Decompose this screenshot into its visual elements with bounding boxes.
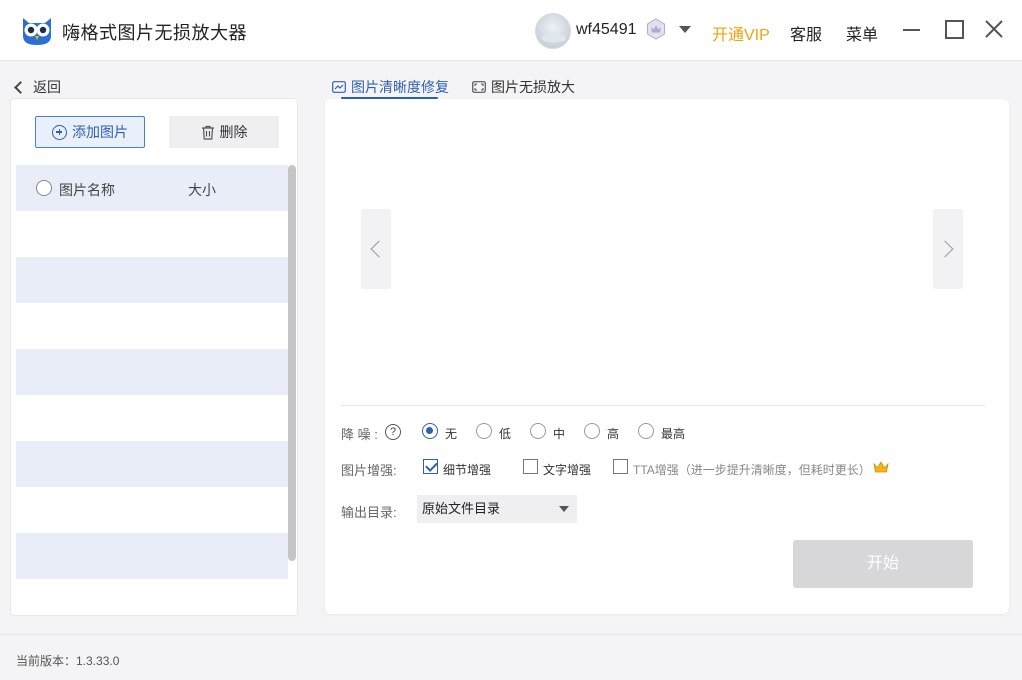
list-item xyxy=(16,303,288,349)
status-bar: 当前版本：1.3.33.0 xyxy=(0,634,1022,680)
account-dropdown-caret-icon[interactable] xyxy=(679,26,691,33)
chevron-left-icon xyxy=(14,80,27,94)
customer-service-link[interactable]: 客服 xyxy=(790,21,822,45)
tab-clarity-repair-label: 图片清晰度修复 xyxy=(351,79,449,95)
back-label: 返回 xyxy=(33,79,61,95)
delete-button[interactable]: 删除 xyxy=(169,116,279,148)
trash-icon xyxy=(201,125,214,140)
list-item xyxy=(16,441,288,487)
app-title: 嗨格式图片无损放大器 xyxy=(62,23,247,43)
previous-image-button[interactable] xyxy=(361,209,391,289)
version-label: 当前版本：1.3.33.0 xyxy=(16,654,120,668)
denoise-radio-low[interactable] xyxy=(476,423,492,439)
denoise-radio-none[interactable] xyxy=(422,423,438,439)
file-list-header: 图片名称 大小 xyxy=(16,165,288,211)
file-list-scrollbar[interactable] xyxy=(288,165,296,561)
list-item xyxy=(16,395,288,441)
tta-enhance-checkbox[interactable] xyxy=(613,459,628,474)
denoise-option-label: 高 xyxy=(607,427,620,441)
detail-enhance-checkbox[interactable] xyxy=(423,459,438,474)
denoise-option-label: 低 xyxy=(499,427,512,441)
vip-badge-icon xyxy=(647,18,665,40)
start-button[interactable]: 开始 xyxy=(793,540,973,588)
column-size-header: 大小 xyxy=(188,182,216,198)
add-circle-icon xyxy=(52,124,67,140)
list-item xyxy=(16,533,288,579)
column-name-header: 图片名称 xyxy=(59,182,115,198)
title-bar: 嗨格式图片无损放大器 wf45491 开通VIP 客服 菜单 xyxy=(0,0,1022,61)
tab-clarity-repair[interactable]: 图片清晰度修复 xyxy=(332,77,449,97)
list-item xyxy=(16,349,288,395)
avatar[interactable] xyxy=(535,13,571,49)
add-image-button[interactable]: 添加图片 xyxy=(35,116,145,148)
denoise-label: 降 噪 : xyxy=(341,427,378,442)
help-icon[interactable]: ? xyxy=(385,424,401,440)
preview-divider xyxy=(341,405,985,406)
denoise-radio-highest[interactable] xyxy=(638,423,654,439)
denoise-option-label: 中 xyxy=(553,427,566,441)
menu-link[interactable]: 菜单 xyxy=(846,21,878,45)
denoise-option-label: 无 xyxy=(445,427,458,441)
output-dir-select[interactable]: 原始文件目录 xyxy=(417,495,577,523)
enhance-label: 图片增强: xyxy=(341,463,397,478)
owl-logo-icon xyxy=(23,18,51,45)
text-enhance-checkbox[interactable] xyxy=(523,459,538,474)
list-item xyxy=(16,257,288,303)
denoise-radio-medium[interactable] xyxy=(530,423,546,439)
text-enhance-label: 文字增强 xyxy=(543,463,592,477)
expand-icon xyxy=(472,81,486,93)
image-enhance-icon xyxy=(332,81,346,93)
next-image-button[interactable] xyxy=(933,209,963,289)
tab-lossless-upscale-label: 图片无损放大 xyxy=(491,79,575,95)
denoise-radio-high[interactable] xyxy=(584,423,600,439)
crown-icon xyxy=(873,461,889,473)
back-button[interactable]: 返回 xyxy=(14,77,61,97)
tta-enhance-label: TTA增强（进一步提升清晰度，但耗时更长） xyxy=(633,463,871,477)
main-panel: 降 噪 : ? 无 低 中 高 最高 图片增强: 细节增强 文字增强 TTA增强… xyxy=(325,99,1009,614)
detail-enhance-label: 细节增强 xyxy=(443,463,492,477)
list-item xyxy=(16,211,288,257)
output-dir-value: 原始文件目录 xyxy=(422,501,501,516)
select-all-radio[interactable] xyxy=(36,180,52,196)
output-dir-label: 输出目录: xyxy=(341,505,397,520)
file-list xyxy=(16,211,288,611)
minimize-icon[interactable] xyxy=(901,18,923,40)
vip-link[interactable]: 开通VIP xyxy=(712,21,770,45)
chevron-down-icon xyxy=(559,506,569,512)
list-item xyxy=(16,487,288,533)
add-image-label: 添加图片 xyxy=(72,124,128,140)
delete-label: 删除 xyxy=(219,124,248,140)
tab-lossless-upscale[interactable]: 图片无损放大 xyxy=(472,77,575,97)
close-icon[interactable] xyxy=(983,18,1005,40)
file-list-panel: 添加图片 删除 图片名称 大小 xyxy=(10,98,298,616)
denoise-option-label: 最高 xyxy=(661,427,686,441)
username[interactable]: wf45491 xyxy=(576,21,637,39)
maximize-icon[interactable] xyxy=(943,18,965,40)
